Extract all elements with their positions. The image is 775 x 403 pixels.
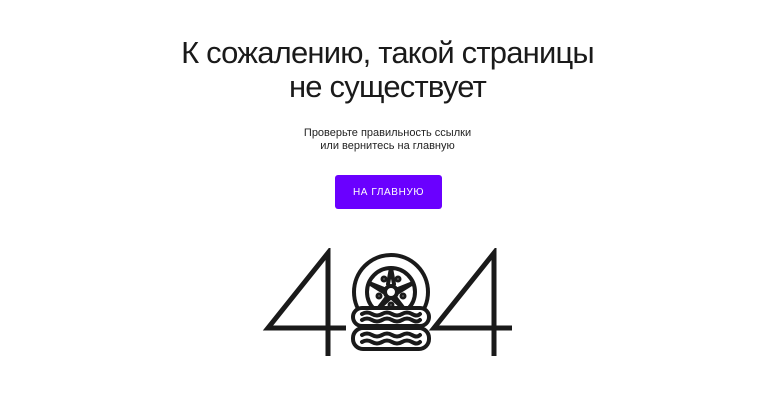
page-title: К сожалению, такой страницы не существуе… [0,36,775,104]
not-found-page: К сожалению, такой страницы не существуе… [0,0,775,403]
page-title-line-1: К сожалению, такой страницы [181,35,595,70]
tires-stack-icon [351,253,431,351]
error-code-left-digit: 4 [262,248,346,360]
error-hint: Проверьте правильность ссылки или вернит… [0,127,775,153]
error-code-404: 4 4 [262,248,514,360]
home-button[interactable]: НА ГЛАВНУЮ [335,175,442,209]
page-title-line-2: не существует [288,69,487,104]
error-code-right-digit: 4 [428,248,514,360]
error-hint-line-2: или вернитесь на главную [320,140,455,152]
error-hint-line-1: Проверьте правильность ссылки [303,127,472,139]
